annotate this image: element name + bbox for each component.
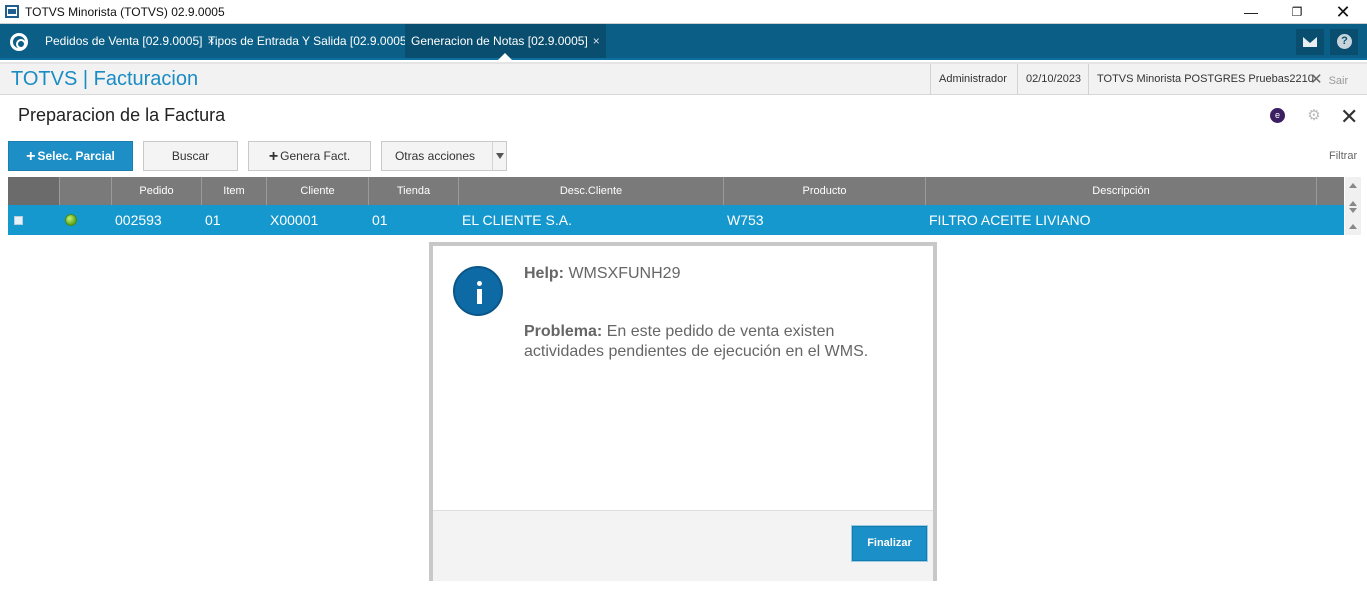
tab-label: Tipos de Entrada Y Salida [02.9.0005] bbox=[208, 34, 410, 48]
minimize-button[interactable]: — bbox=[1228, 0, 1274, 24]
column-header-descripcion[interactable]: Descripción bbox=[926, 177, 1317, 205]
window-titlebar: TOTVS Minorista (TOTVS) 02.9.0005 — ❐ ✕ bbox=[0, 0, 1367, 24]
cell-item: 01 bbox=[205, 212, 221, 228]
otras-acciones-button[interactable]: Otras acciones bbox=[381, 141, 507, 171]
cell-tienda: 01 bbox=[372, 212, 388, 228]
app-icon bbox=[5, 5, 19, 18]
mail-icon[interactable] bbox=[1296, 29, 1324, 55]
environment-name: TOTVS Minorista POSTGRES Pruebas2210 bbox=[1088, 64, 1322, 95]
gear-icon[interactable]: ⚙ bbox=[1306, 108, 1322, 124]
problem-label: Problema: bbox=[524, 323, 603, 340]
genera-fact-button[interactable]: + Genera Fact. bbox=[248, 141, 371, 171]
cell-descripcion: FILTRO ACEITE LIVIANO bbox=[929, 212, 1091, 228]
e-icon[interactable]: e bbox=[1270, 108, 1285, 123]
close-icon: ✕ bbox=[1310, 71, 1323, 88]
buscar-label: Buscar bbox=[171, 149, 210, 163]
chevron-down-icon bbox=[492, 142, 506, 170]
column-header-status[interactable] bbox=[60, 177, 112, 205]
column-header-producto[interactable]: Producto bbox=[724, 177, 926, 205]
otras-acciones-label: Otras acciones bbox=[394, 149, 476, 163]
tab-pedidos-de-venta[interactable]: Pedidos de Venta [02.9.0005] × bbox=[45, 24, 214, 58]
buscar-button[interactable]: Buscar bbox=[143, 141, 238, 171]
cell-pedido: 002593 bbox=[115, 212, 162, 228]
help-icon[interactable]: ? bbox=[1330, 29, 1358, 55]
cell-desc-cliente: EL CLIENTE S.A. bbox=[462, 212, 572, 228]
dialog-footer: Finalizar bbox=[433, 510, 933, 581]
column-header-pedido[interactable]: Pedido bbox=[112, 177, 202, 205]
window-close-button[interactable]: ✕ bbox=[1320, 0, 1366, 24]
scroll-top-icon[interactable] bbox=[1349, 224, 1357, 229]
cell-cliente: X00001 bbox=[270, 212, 319, 228]
module-header: TOTVS | Facturacion Administrador 02/10/… bbox=[0, 62, 1367, 95]
scroll-page-up-icon[interactable] bbox=[1349, 201, 1357, 206]
column-header-tienda[interactable]: Tienda bbox=[369, 177, 459, 205]
finalizar-button[interactable]: Finalizar bbox=[852, 526, 927, 561]
cell-producto: W753 bbox=[727, 212, 764, 228]
tab-bar: Pedidos de Venta [02.9.0005] × Tipos de E… bbox=[0, 24, 1367, 60]
help-glyph: ? bbox=[1337, 34, 1352, 49]
grid-scrollbar[interactable] bbox=[1345, 177, 1361, 235]
logout-label: Sair bbox=[1328, 75, 1349, 87]
dialog-message: Help: WMSXFUNH29 Problema: En este pedid… bbox=[524, 264, 914, 362]
help-line: Help: WMSXFUNH29 bbox=[524, 264, 914, 284]
close-page-icon[interactable]: ✕ bbox=[1340, 104, 1358, 130]
grid-header: Pedido Item Cliente Tienda Desc.Cliente … bbox=[8, 177, 1344, 205]
status-green-icon bbox=[65, 214, 77, 226]
tab-label: Pedidos de Venta [02.9.0005] bbox=[45, 34, 203, 48]
scroll-page-down-icon[interactable] bbox=[1349, 208, 1357, 213]
column-header-desc-cliente[interactable]: Desc.Cliente bbox=[459, 177, 724, 205]
plus-icon: + bbox=[26, 148, 36, 165]
help-dialog: Help: WMSXFUNH29 Problema: En este pedid… bbox=[429, 242, 937, 581]
problem-line: Problema: En este pedido de venta existe… bbox=[524, 322, 914, 362]
genera-fact-label: Genera Fact. bbox=[280, 149, 351, 163]
info-icon bbox=[453, 266, 503, 316]
plus-icon: + bbox=[268, 148, 279, 165]
selec-parcial-label: Selec. Parcial bbox=[37, 149, 115, 163]
tab-label: Generacion de Notas [02.9.0005] bbox=[411, 34, 588, 48]
tab-generacion-de-notas[interactable]: Generacion de Notas [02.9.0005] × bbox=[405, 24, 606, 60]
column-header-check[interactable] bbox=[8, 177, 60, 205]
module-title: TOTVS | Facturacion bbox=[11, 68, 199, 90]
filtrar-link[interactable]: Filtrar bbox=[1329, 150, 1357, 162]
row-checkbox[interactable] bbox=[14, 216, 23, 225]
page-title: Preparacion de la Factura bbox=[18, 105, 226, 125]
window-title: TOTVS Minorista (TOTVS) 02.9.0005 bbox=[25, 5, 225, 19]
tab-close-icon[interactable]: × bbox=[593, 34, 600, 48]
logout-button[interactable]: ✕ Sair bbox=[1310, 64, 1348, 95]
scroll-up-icon[interactable] bbox=[1349, 183, 1357, 188]
maximize-button[interactable]: ❐ bbox=[1274, 0, 1320, 24]
column-header-cliente[interactable]: Cliente bbox=[267, 177, 369, 205]
help-label: Help: bbox=[524, 265, 564, 282]
session-date: 02/10/2023 bbox=[1017, 64, 1089, 95]
totvs-home-icon[interactable] bbox=[10, 33, 28, 51]
user-name: Administrador bbox=[930, 64, 1015, 95]
column-header-item[interactable]: Item bbox=[202, 177, 267, 205]
selec-parcial-button[interactable]: + Selec. Parcial bbox=[8, 141, 133, 171]
table-row[interactable]: 002593 01 X00001 01 EL CLIENTE S.A. W753… bbox=[8, 205, 1344, 235]
tab-tipos-entrada-salida[interactable]: Tipos de Entrada Y Salida [02.9.0005]× bbox=[208, 24, 422, 58]
help-code: WMSXFUNH29 bbox=[568, 265, 681, 282]
